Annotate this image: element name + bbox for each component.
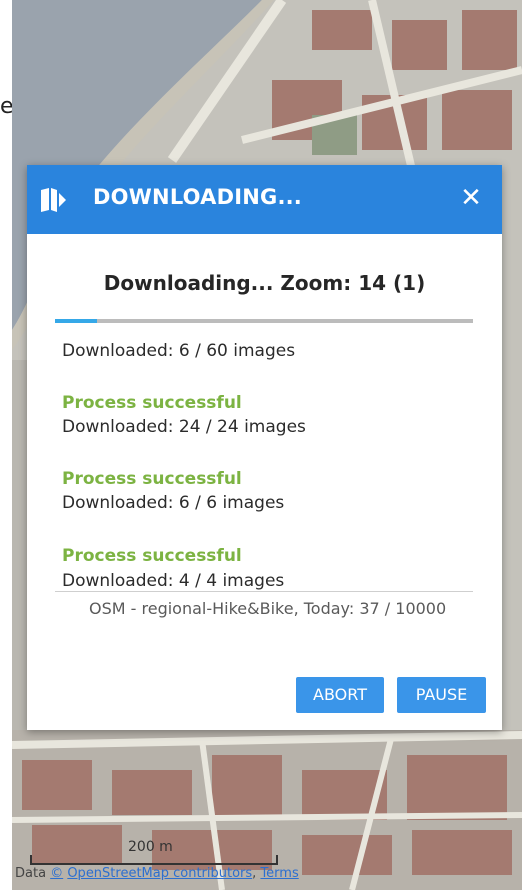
screen: e DOWNLOADING... ✕ Downloading... Zoom: … [0, 0, 522, 890]
result-status-2: Process successful [62, 469, 242, 489]
scale-label: 200 m [128, 839, 173, 855]
divider [55, 591, 473, 592]
osm-contributors-link[interactable]: OpenStreetMap contributors [67, 866, 252, 881]
abort-button[interactable]: ABORT [296, 677, 384, 713]
copyright-symbol[interactable]: © [50, 866, 63, 881]
pause-button[interactable]: PAUSE [397, 677, 486, 713]
scale-bar [30, 855, 278, 865]
close-icon: ✕ [460, 183, 482, 213]
close-button[interactable]: ✕ [454, 181, 488, 215]
dialog-header: DOWNLOADING... ✕ [27, 165, 502, 234]
download-dialog: DOWNLOADING... ✕ Downloading... Zoom: 14… [27, 165, 502, 730]
progress-bar-fill [55, 319, 97, 323]
map-attribution: Data © OpenStreetMap contributors, Terms [15, 866, 299, 881]
result-status-3: Process successful [62, 546, 242, 566]
result-detail-3: Downloaded: 4 / 4 images [62, 571, 285, 591]
terms-link[interactable]: Terms [260, 866, 298, 881]
result-detail-1: Downloaded: 24 / 24 images [62, 417, 306, 437]
zoom-status: Downloading... Zoom: 14 (1) [103, 271, 426, 295]
current-status: Downloaded: 6 / 60 images [62, 341, 296, 361]
download-quota-info: OSM - regional-Hike&Bike, Today: 37 / 10… [89, 599, 447, 618]
attribution-prefix: Data [15, 866, 51, 881]
dialog-title: DOWNLOADING... [93, 185, 302, 209]
map-download-icon [41, 188, 66, 212]
result-detail-2: Downloaded: 6 / 6 images [62, 493, 285, 513]
result-status-1: Process successful [62, 393, 242, 413]
progress-bar [55, 319, 473, 323]
